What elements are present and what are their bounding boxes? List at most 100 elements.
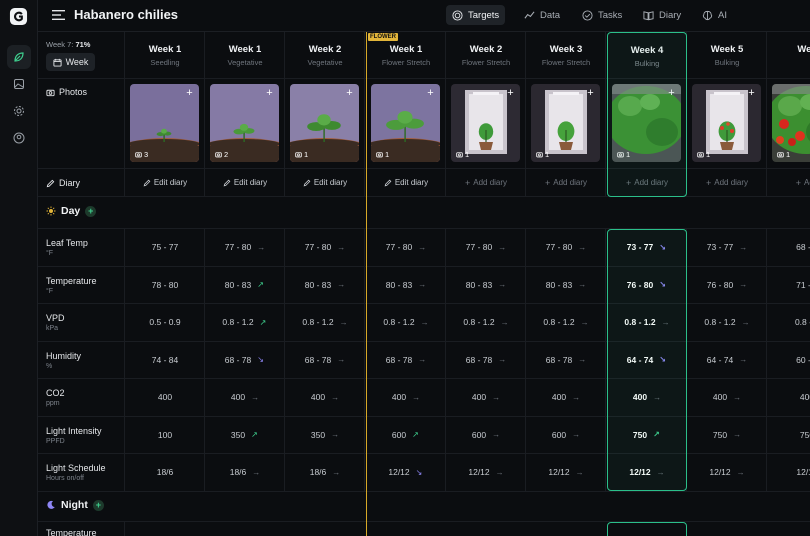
- week-column-header-2[interactable]: Week 2 Vegetative: [285, 32, 365, 78]
- metric-value-cell[interactable]: 0.8 - 1: [767, 304, 810, 341]
- metric-value-cell[interactable]: 0.8 - 1.2 ↗: [205, 304, 285, 341]
- metric-value-cell[interactable]: 78 - 80: [125, 266, 205, 303]
- metric-value-cell[interactable]: 76 - 80 →: [687, 266, 767, 303]
- add-photo-button[interactable]: +: [264, 88, 275, 99]
- plant-photo[interactable]: +1: [612, 84, 681, 162]
- metric-value-cell[interactable]: 12/12 →: [687, 454, 767, 491]
- metric-value-cell[interactable]: 400 →: [607, 379, 687, 416]
- metric-value-cell[interactable]: 68 - 78 →: [446, 341, 526, 378]
- metric-value-cell[interactable]: 77 - 80 →: [366, 229, 446, 266]
- metric-value-cell[interactable]: 12/12: [767, 454, 810, 491]
- metric-value-cell[interactable]: 74 - 84: [125, 341, 205, 378]
- edit-diary-button[interactable]: Edit diary: [125, 169, 205, 196]
- add-photo-button[interactable]: +: [585, 88, 596, 99]
- edit-diary-button[interactable]: Edit diary: [205, 169, 285, 196]
- metric-value-cell[interactable]: 12/12 →: [526, 454, 606, 491]
- tab-diary[interactable]: Diary: [637, 5, 687, 25]
- metric-value-cell[interactable]: 600 ↗: [366, 416, 446, 453]
- sidebar-settings-icon[interactable]: [7, 99, 31, 123]
- week-column-header-8[interactable]: Wee: [767, 32, 810, 78]
- metric-value-cell[interactable]: 64 - 74 ↘: [607, 341, 687, 378]
- metric-value-cell[interactable]: 71 - 7: [767, 267, 810, 304]
- plant-photo[interactable]: +2: [210, 84, 279, 162]
- metric-value-cell[interactable]: 73 - 77 →: [687, 229, 767, 266]
- metric-value-cell[interactable]: 0.8 - 1.2 →: [687, 304, 767, 341]
- add-diary-button[interactable]: + Add diary: [687, 169, 767, 196]
- plant-photo[interactable]: +1: [772, 84, 810, 162]
- metric-value-cell[interactable]: 68 - 7: [767, 229, 810, 266]
- metric-value-cell[interactable]: 18/6 →: [285, 454, 365, 491]
- metric-value-cell[interactable]: 400: [767, 379, 810, 416]
- edit-diary-button[interactable]: Edit diary: [285, 169, 365, 196]
- tab-ai[interactable]: AI: [696, 5, 733, 25]
- add-photo-button[interactable]: +: [425, 88, 436, 99]
- metric-value-cell[interactable]: 80 - 83 →: [446, 266, 526, 303]
- metric-value-cell[interactable]: 68 - 78 →: [526, 341, 606, 378]
- tab-targets[interactable]: Targets: [446, 5, 506, 25]
- metric-value-cell[interactable]: 76 - 80 ↘: [607, 266, 687, 303]
- metric-value-cell[interactable]: 12/12 ↘: [366, 454, 446, 491]
- plant-photo[interactable]: +1: [371, 84, 440, 162]
- tab-data[interactable]: Data: [518, 5, 566, 25]
- plant-photo[interactable]: +1: [451, 84, 520, 162]
- logo-icon[interactable]: [9, 7, 28, 26]
- metric-value-cell[interactable]: 400 →: [205, 379, 285, 416]
- metric-value-cell[interactable]: 750 →: [687, 416, 767, 453]
- edit-diary-button[interactable]: Edit diary: [366, 169, 446, 196]
- add-night-metric-button[interactable]: +: [92, 499, 104, 511]
- plant-photo[interactable]: +1: [531, 84, 600, 162]
- metric-value-cell[interactable]: 80 - 83 ↗: [205, 266, 285, 303]
- add-photo-button[interactable]: +: [505, 88, 516, 99]
- tab-tasks[interactable]: Tasks: [576, 5, 628, 25]
- metric-value-cell[interactable]: 68 - 78 ↘: [205, 341, 285, 378]
- metric-value-cell[interactable]: 12/12 →: [607, 454, 687, 491]
- metric-value-cell[interactable]: 0.8 - 1.2 →: [366, 304, 446, 341]
- metric-value-cell[interactable]: 77 - 80 →: [205, 229, 285, 266]
- add-diary-button[interactable]: + Add diary: [446, 169, 526, 196]
- metric-value-cell[interactable]: 0.5 - 0.9: [125, 304, 205, 341]
- metric-value-cell[interactable]: 0.8 - 1.2 →: [526, 304, 606, 341]
- metric-value-cell[interactable]: 77 - 80 →: [526, 229, 606, 266]
- metric-value-cell[interactable]: 64 - 74 →: [687, 341, 767, 378]
- week-view-button[interactable]: Week: [46, 53, 95, 71]
- metric-value-cell[interactable]: 80 - 83 →: [526, 266, 606, 303]
- sidebar-leaf-icon[interactable]: [7, 45, 31, 69]
- week-column-header-4[interactable]: Week 2 Flower Stretch: [446, 32, 526, 78]
- plant-photo[interactable]: +1: [692, 84, 761, 162]
- metric-value-cell[interactable]: 80 - 83 →: [285, 266, 365, 303]
- metric-value-cell[interactable]: 80 - 83 →: [366, 266, 446, 303]
- metric-value-cell[interactable]: 60 - 7: [767, 342, 810, 379]
- metric-value-cell[interactable]: 350 ↗: [205, 416, 285, 453]
- metric-value-cell[interactable]: 77 - 80 →: [285, 229, 365, 266]
- week-column-header-5[interactable]: Week 3 Flower Stretch: [526, 32, 606, 78]
- metric-value-cell[interactable]: 100: [125, 416, 205, 453]
- menu-icon[interactable]: [52, 10, 65, 20]
- metric-value-cell[interactable]: 400: [125, 379, 205, 416]
- add-photo-button[interactable]: +: [666, 88, 677, 99]
- metric-value-cell[interactable]: 400 →: [366, 379, 446, 416]
- metric-value-cell[interactable]: 0.8 - 1.2 →: [607, 304, 687, 341]
- metric-value-cell[interactable]: 68 - 78 →: [366, 341, 446, 378]
- metric-value-cell[interactable]: 75 - 77: [125, 229, 205, 266]
- metric-value-cell[interactable]: 400 →: [446, 379, 526, 416]
- add-diary-button[interactable]: + Add diary: [526, 169, 606, 196]
- metric-value-cell[interactable]: 0.8 - 1.2 →: [285, 304, 365, 341]
- week-column-header-7[interactable]: Week 5 Bulking: [687, 32, 767, 78]
- week-column-header-1[interactable]: Week 1 Vegetative: [205, 32, 285, 78]
- week-column-header-0[interactable]: Week 1 Seedling: [125, 32, 205, 78]
- sidebar-image-icon[interactable]: [7, 72, 31, 96]
- add-photo-button[interactable]: +: [344, 88, 355, 99]
- metric-value-cell[interactable]: 750 ↗: [607, 416, 687, 453]
- add-diary-button[interactable]: + Add diary: [607, 169, 687, 196]
- metric-value-cell[interactable]: 600 →: [446, 416, 526, 453]
- metric-value-cell[interactable]: 0.8 - 1.2 →: [446, 304, 526, 341]
- metric-value-cell[interactable]: 12/12 →: [446, 454, 526, 491]
- plant-photo[interactable]: +1: [290, 84, 359, 162]
- metric-value-cell[interactable]: 18/6 →: [205, 454, 285, 491]
- metric-value-cell[interactable]: 77 - 80 →: [446, 229, 526, 266]
- add-photo-button[interactable]: +: [746, 88, 757, 99]
- plant-photo[interactable]: +3: [130, 84, 199, 162]
- metric-value-cell[interactable]: 18/6: [125, 454, 205, 491]
- add-photo-button[interactable]: +: [184, 88, 195, 99]
- metric-value-cell[interactable]: 350 →: [285, 416, 365, 453]
